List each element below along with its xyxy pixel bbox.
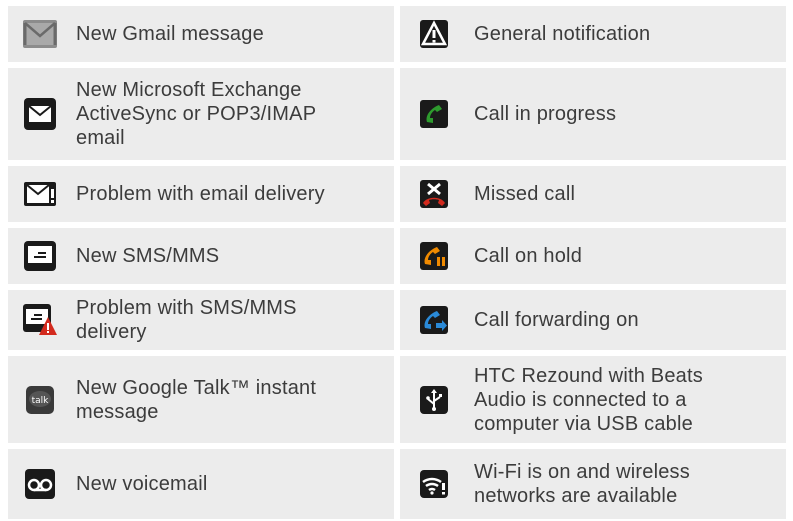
left-column: New Gmail message New Microsoft Exchange…	[8, 6, 394, 519]
table-row: Wi-Fi is on and wireless networks are av…	[400, 449, 786, 519]
table-row: HTC Rezound with Beats Audio is connecte…	[400, 356, 786, 449]
row-label: HTC Rezound with Beats Audio is connecte…	[474, 364, 703, 435]
row-label: Call forwarding on	[474, 309, 639, 331]
row-label: New Google Talk™ instant message	[76, 376, 317, 423]
voicemail-icon	[20, 464, 60, 504]
email-icon	[20, 94, 60, 134]
row-label: Call in progress	[474, 103, 617, 125]
table-row: New voicemail	[8, 449, 394, 519]
row-label: Missed call	[474, 183, 576, 205]
call-in-progress-icon	[414, 94, 454, 134]
usb-icon	[414, 380, 454, 420]
row-label: New Gmail message	[76, 23, 264, 45]
row-label: Wi-Fi is on and wireless networks are av…	[474, 461, 690, 507]
table-row: Problem with SMS/MMS delivery	[8, 290, 394, 356]
call-on-hold-icon	[414, 236, 454, 276]
table-row: General notification	[400, 6, 786, 68]
table-row: New SMS/MMS	[8, 228, 394, 290]
email-error-icon	[20, 174, 60, 214]
table-row: Call on hold	[400, 228, 786, 290]
table-row: New Gmail message	[8, 6, 394, 68]
table-row: Missed call	[400, 166, 786, 228]
sms-error-icon	[20, 300, 60, 340]
table-row: New Microsoft Exchange ActiveSync or POP…	[8, 68, 394, 166]
row-label: Problem with email delivery	[76, 183, 325, 205]
row-label: Call on hold	[474, 245, 583, 267]
row-label: General notification	[474, 23, 651, 45]
table-row: Problem with email delivery	[8, 166, 394, 228]
row-label: New SMS/MMS	[76, 245, 220, 267]
row-label: New Microsoft Exchange ActiveSync or POP…	[76, 79, 316, 149]
google-talk-icon: talk	[20, 380, 60, 420]
right-column: General notification Call in progress Mi…	[400, 6, 786, 519]
table-row: talk New Google Talk™ instant message	[8, 356, 394, 449]
wifi-available-icon	[414, 464, 454, 504]
general-notification-icon	[414, 14, 454, 54]
call-forwarding-icon	[414, 300, 454, 340]
row-label: New voicemail	[76, 473, 208, 495]
svg-text:talk: talk	[32, 396, 50, 406]
row-label: Problem with SMS/MMS delivery	[76, 297, 297, 343]
gmail-icon	[20, 14, 60, 54]
table-row: Call in progress	[400, 68, 786, 166]
notification-icons-table: New Gmail message New Microsoft Exchange…	[8, 6, 786, 519]
sms-icon	[20, 236, 60, 276]
table-row: Call forwarding on	[400, 290, 786, 356]
missed-call-icon	[414, 174, 454, 214]
